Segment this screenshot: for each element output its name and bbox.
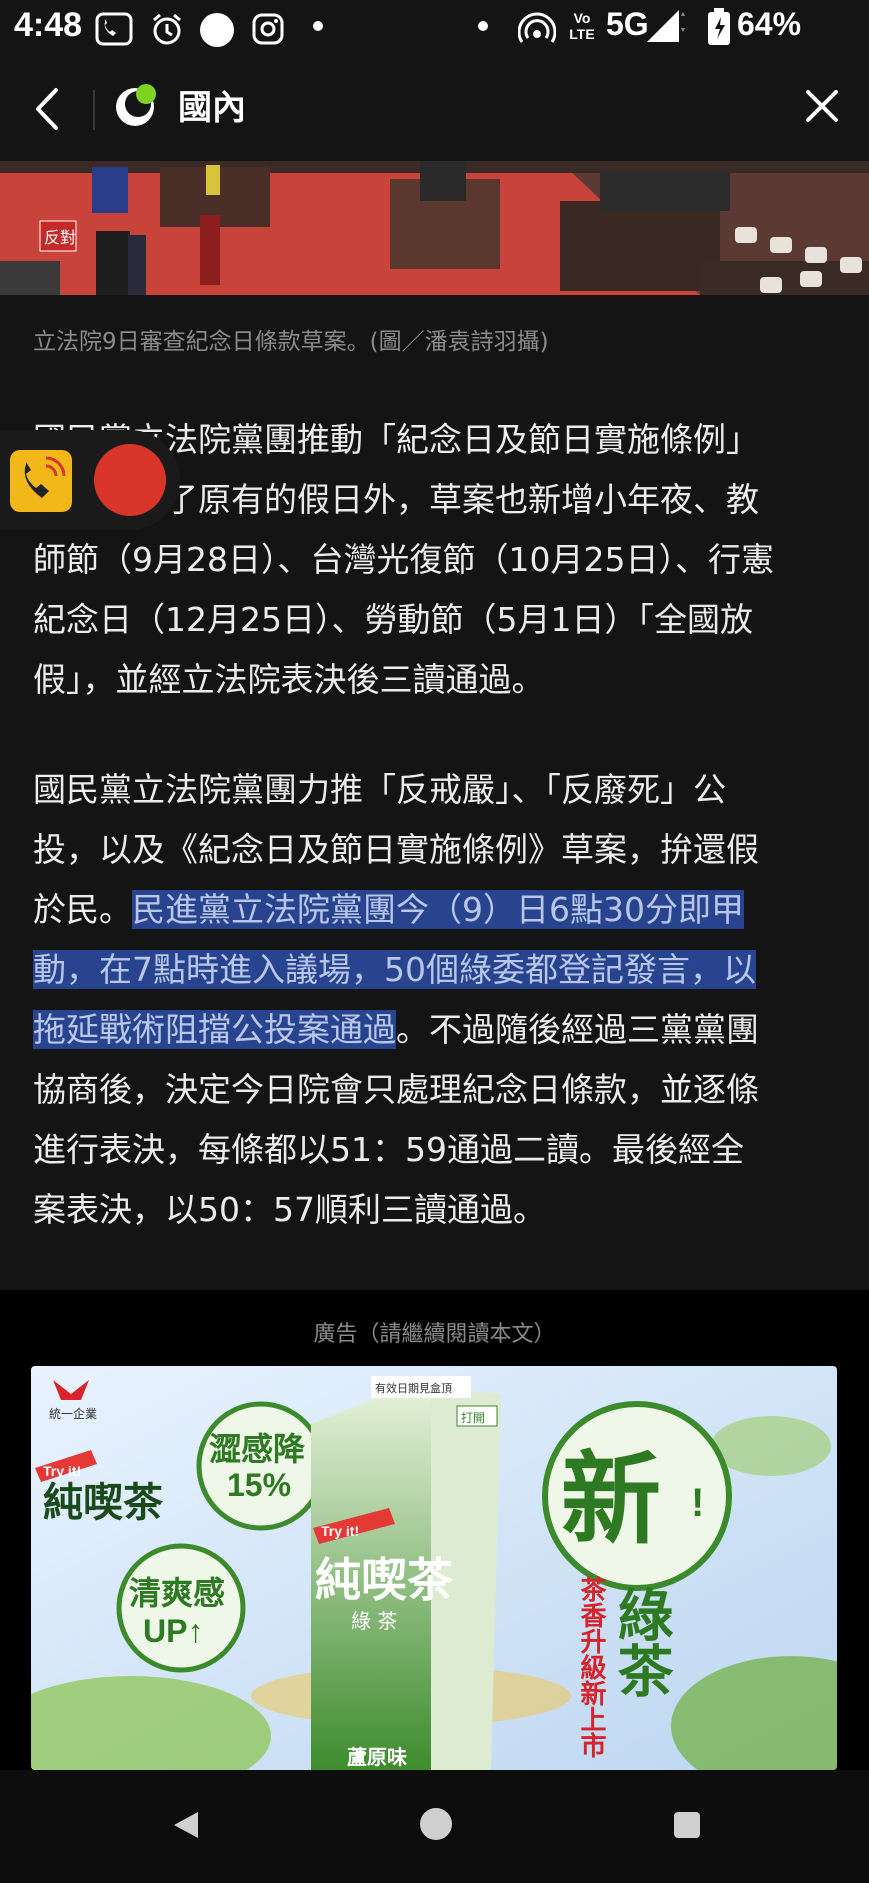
brand-logo-icon	[116, 84, 156, 126]
status-bar: 4:48 Vo LTE 5G 64%	[0, 0, 869, 56]
selected-text[interactable]: 拖延戰術阻擋公投案通過	[33, 1010, 396, 1049]
paragraph-line: 投，以及《紀念日及節日實施條例》草案，拚還假	[33, 830, 759, 869]
paragraph-line: 動，在7點時進入議場，50個綠委都登記發言，以	[33, 940, 838, 1000]
svg-text:UP↑: UP↑	[143, 1613, 203, 1649]
svg-text:綠 茶: 綠 茶	[351, 1609, 397, 1633]
protest-sign-text: 反對	[44, 229, 76, 247]
alarm-icon	[153, 13, 181, 45]
paragraph-text: 。不過隨後經過三黨黨團	[396, 1010, 759, 1049]
svg-text:新: 新	[561, 1440, 661, 1558]
product-carton: 有效日期見盒頂 打開 Try it! 純喫茶 綠 茶 蘆原味	[311, 1376, 501, 1770]
floating-call-widget[interactable]	[0, 430, 180, 530]
svg-text:蘆原味: 蘆原味	[347, 1745, 407, 1769]
section-title: 國內	[178, 88, 246, 128]
svg-text:打開: 打開	[461, 1411, 485, 1425]
battery-percent: 64%	[737, 6, 802, 42]
hotspot-icon	[518, 12, 556, 43]
dot-icon	[313, 21, 323, 31]
article-photo: 反對	[0, 161, 869, 295]
dot-icon	[478, 21, 488, 31]
record-icon[interactable]	[94, 444, 166, 516]
selected-text[interactable]: 民進黨立法院黨團今（9）日6點30分即甲	[132, 890, 744, 929]
ad-label: 廣告（請繼續閱讀本文）	[313, 1322, 556, 1347]
back-button[interactable]	[28, 84, 68, 134]
network-type: 5G	[606, 6, 649, 42]
status-time: 4:48	[14, 6, 83, 44]
paragraph-line: 進行表決，每條都以51：59通過二讀。最後經全	[33, 1130, 744, 1169]
svg-text:茶香升級新上市: 茶香升級新上市	[576, 1576, 606, 1758]
svg-text:純喫茶: 純喫茶	[315, 1553, 454, 1607]
svg-text:綠茶: 綠茶	[608, 1586, 674, 1698]
svg-text:有效日期見盒頂: 有效日期見盒頂	[375, 1381, 452, 1395]
voicemail-icon	[95, 12, 133, 46]
article-paragraph-2: 國民黨立法院黨團力推「反戒嚴」、「反廢死」公 投，以及《紀念日及節日實施條例》草…	[33, 760, 838, 1240]
battery-icon	[708, 8, 730, 45]
back-triangle-icon[interactable]	[170, 1808, 202, 1842]
svg-text:澀感降: 澀感降	[209, 1430, 306, 1468]
paragraph-line: 假」，並經立法院表決後三讀通過。	[33, 660, 545, 699]
close-button[interactable]	[800, 84, 844, 128]
paragraph-line: 師節（9月28日）、台灣光復節（10月25日）、行憲	[33, 540, 774, 579]
instagram-icon	[252, 13, 284, 45]
selected-text[interactable]: 動，在7點時進入議場，50個綠委都登記發言，以	[33, 950, 756, 989]
paragraph-line: 案表決，以50：57順利三讀通過。	[33, 1190, 546, 1229]
advertisement: 廣告（請繼續閱讀本文） 統一企業 Try it! 純喫茶 澀感降 15% 清爽感…	[0, 1290, 869, 1770]
paragraph-line: 國民黨立法院黨團力推「反戒嚴」、「反廢死」公	[33, 770, 726, 809]
ad-banner[interactable]: 統一企業 Try it! 純喫茶 澀感降 15% 清爽感 UP↑ 有效日期見盒頂…	[31, 1366, 837, 1770]
volte-icon: Vo LTE	[569, 10, 595, 42]
svg-text:清爽感: 清爽感	[129, 1574, 225, 1612]
header-divider	[93, 90, 95, 130]
paragraph-line: 於民。民進黨立法院黨團今（9）日6點30分即甲	[33, 880, 838, 940]
signal-icon	[647, 10, 685, 42]
paragraph-line: 拖延戰術阻擋公投案通過。不過隨後經過三黨黨團	[33, 1000, 838, 1060]
paragraph-line: 紀念日（12月25日）、勞動節（5月1日）「全國放	[33, 600, 753, 639]
svg-text:統一企業: 統一企業	[49, 1406, 97, 1421]
svg-text:Try it!: Try it!	[321, 1523, 359, 1539]
phone-call-icon[interactable]	[10, 450, 72, 512]
svg-text:15%: 15%	[227, 1467, 291, 1503]
circle-icon	[200, 13, 234, 47]
recents-square-icon[interactable]	[672, 1810, 702, 1840]
svg-text:純喫茶: 純喫茶	[43, 1479, 164, 1526]
home-circle-icon[interactable]	[418, 1806, 454, 1842]
paragraph-text: 於民。	[33, 890, 132, 929]
app-header: 國內	[0, 56, 869, 161]
svg-text:Try it!: Try it!	[43, 1463, 81, 1479]
paragraph-line: 協商後，決定今日院會只處理紀念日條款，並逐條	[33, 1070, 759, 1109]
image-caption: 立法院9日審查紀念日條款草案。(圖／潘袁詩羽攝)	[33, 329, 549, 355]
svg-text:!: !	[691, 1481, 704, 1525]
system-navigation-bar	[0, 1770, 869, 1883]
